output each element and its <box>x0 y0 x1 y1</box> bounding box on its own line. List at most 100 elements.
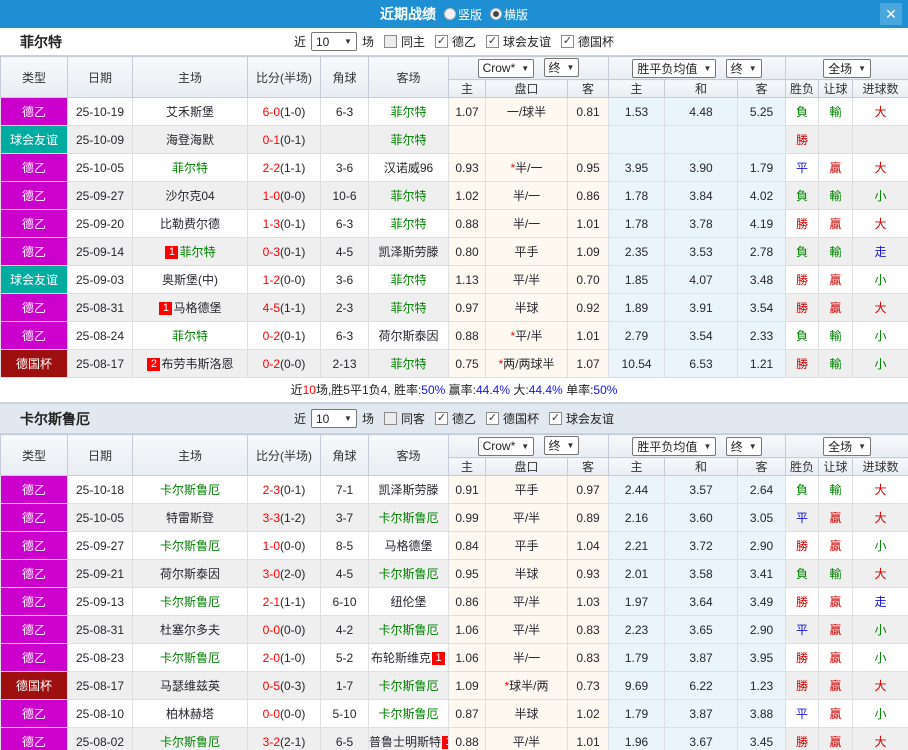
horizontal-layout-label[interactable]: 横版 <box>504 6 528 23</box>
away-team-cell: 菲尔特 <box>368 125 449 154</box>
away-team-cell: 布轮斯维克 1 <box>368 643 449 672</box>
date-cell: 25-09-03 <box>67 265 133 294</box>
odds-home-cell: 0.91 <box>448 475 486 504</box>
corners-cell: 10-6 <box>320 181 369 210</box>
avg-final-select[interactable]: 终 ▼ <box>725 58 762 78</box>
league-filter-checkbox[interactable]: ✓ <box>435 412 448 425</box>
result-handicap-cell: 贏 <box>818 153 854 182</box>
match-count-value: 10 <box>315 411 330 426</box>
team-name: 卡尔斯鲁厄 <box>378 679 439 693</box>
match-row: 德乙 25-10-18 卡尔斯鲁厄 2-3(0-1) 7-1 凯泽斯劳滕 0.9… <box>0 475 908 504</box>
odds-home-cell: 1.06 <box>448 615 486 644</box>
match-count-select[interactable]: 10 ▼ <box>310 409 357 428</box>
odds-group-header: Crow* ▼ 终 ▼ <box>447 56 610 80</box>
score-full: 1-0 <box>262 538 280 553</box>
league-filter-checkbox[interactable]: ✓ <box>561 35 575 48</box>
games-label: 场 <box>361 412 374 426</box>
home-team-cell: 卡尔斯鲁厄 <box>132 475 248 504</box>
league-filter-checkbox[interactable]: ✓ <box>549 412 563 425</box>
avg-type-select[interactable]: 胜平负均值 ▼ <box>632 58 717 78</box>
red-card-badge: 2 <box>147 358 161 371</box>
radio-vertical-layout[interactable] <box>443 8 456 20</box>
same-venue-label: 同客 <box>400 412 425 426</box>
same-venue-checkbox[interactable] <box>383 412 397 425</box>
league-filter-checkbox[interactable]: ✓ <box>435 35 448 48</box>
corners-cell: 2-13 <box>320 349 369 378</box>
away-team-cell: 菲尔特 <box>368 181 449 210</box>
score-half: (2-1) <box>280 734 306 749</box>
result-handicap-cell: 贏 <box>818 643 854 672</box>
score-half: (1-1) <box>280 160 306 175</box>
odds-away-cell: 0.93 <box>566 559 610 588</box>
caret-down-icon: ▼ <box>344 414 352 423</box>
date-cell: 25-08-31 <box>67 615 133 644</box>
score-cell: 0-5(0-3) <box>247 671 321 700</box>
league-filter-checkbox[interactable]: ✓ <box>486 35 500 48</box>
close-button[interactable]: ✕ <box>880 3 902 25</box>
odds-away-cell: 0.95 <box>566 153 610 182</box>
avg-home-cell: 9.69 <box>608 671 666 700</box>
away-team-cell: 菲尔特 <box>368 349 449 378</box>
corners-cell: 3-7 <box>320 503 369 532</box>
bookmaker-select[interactable]: Crow* ▼ <box>477 58 535 78</box>
league-filter-checkbox[interactable]: ✓ <box>486 412 500 425</box>
result-wdl-cell: 勝 <box>785 349 820 378</box>
result-handicap-cell: 贏 <box>818 615 854 644</box>
match-count-select[interactable]: 10 ▼ <box>310 32 357 51</box>
col-home: 主场 <box>132 56 248 98</box>
scope-select[interactable]: 全场 ▼ <box>823 436 871 456</box>
league-cell: 德乙 <box>0 643 68 672</box>
score-full: 2-1 <box>262 594 280 609</box>
titlebar: 近期战绩 竖版 横版 ✕ <box>0 0 908 28</box>
summary-segment: 近 <box>290 383 303 397</box>
team-name: 菲尔特 <box>390 189 427 203</box>
league-filter-label: 球会友谊 <box>503 35 552 49</box>
score-half: (1-1) <box>280 594 306 609</box>
odds-final-select[interactable]: 终 ▼ <box>543 436 580 456</box>
col-avg-away: 客 <box>737 79 787 98</box>
score-full: 0-2 <box>262 356 280 371</box>
caret-down-icon: ▼ <box>703 63 712 73</box>
score-full: 3-3 <box>262 510 280 525</box>
score-cell: 2-0(1-0) <box>247 643 321 672</box>
result-goals-cell <box>852 125 908 154</box>
score-half: (1-2) <box>280 510 306 525</box>
handicap-cell: 平/半 <box>485 587 568 616</box>
result-wdl-cell: 勝 <box>785 727 820 750</box>
league-cell: 德乙 <box>0 559 68 588</box>
same-venue-checkbox[interactable] <box>383 35 397 48</box>
bookmaker-select[interactable]: Crow* ▼ <box>477 436 535 456</box>
score-cell: 2-1(1-1) <box>247 587 321 616</box>
result-handicap-cell: 贏 <box>818 671 854 700</box>
avg-draw-cell: 3.90 <box>664 153 739 182</box>
home-team-cell: 1 菲尔特 <box>132 237 248 266</box>
vertical-layout-label[interactable]: 竖版 <box>458 6 482 23</box>
radio-horizontal-layout[interactable] <box>490 8 502 20</box>
handicap-line: 平/半 <box>512 595 541 609</box>
odds-home-cell: 1.07 <box>448 97 486 126</box>
avg-draw-cell: 4.07 <box>664 265 739 294</box>
avg-home-cell: 1.79 <box>608 699 666 728</box>
scope-select[interactable]: 全场 ▼ <box>823 58 871 78</box>
league-cell: 德乙 <box>0 503 68 532</box>
avg-type-select[interactable]: 胜平负均值 ▼ <box>632 436 717 456</box>
score-half: (0-0) <box>280 188 306 203</box>
summary-segment: 50% <box>593 383 618 397</box>
score-cell: 2-2(1-1) <box>247 153 321 182</box>
avg-draw-cell: 3.54 <box>664 321 739 350</box>
odds-away-cell: 0.97 <box>566 475 610 504</box>
summary-segment: 10 <box>302 383 316 397</box>
score-half: (0-1) <box>280 328 306 343</box>
score-full: 6-0 <box>262 104 280 119</box>
odds-final-select[interactable]: 终 ▼ <box>543 58 580 78</box>
avg-draw-cell: 3.65 <box>664 615 739 644</box>
result-wdl-cell: 負 <box>785 559 820 588</box>
caret-down-icon: ▼ <box>344 37 352 46</box>
handicap-line: 平手 <box>514 483 539 497</box>
col-result-goals: 进球数 <box>852 457 908 476</box>
odds-home-cell: 1.02 <box>448 181 486 210</box>
date-cell: 25-08-23 <box>67 643 133 672</box>
summary-segment: 44.4% <box>528 383 563 397</box>
avg-final-select[interactable]: 终 ▼ <box>725 436 762 456</box>
score-full: 3-0 <box>262 566 280 581</box>
